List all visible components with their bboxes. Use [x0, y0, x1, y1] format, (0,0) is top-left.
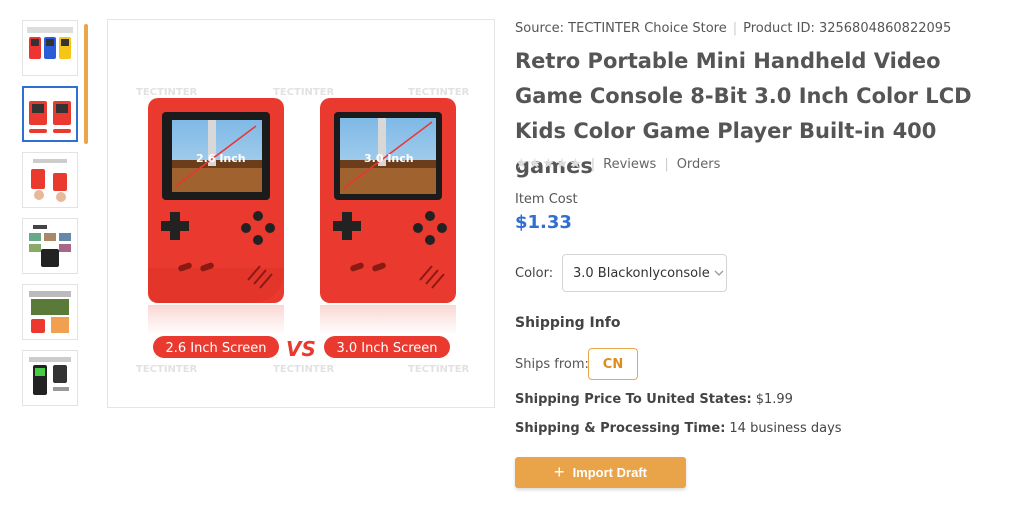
- plus-icon: +: [554, 462, 565, 482]
- watermark-3: TECTINTER: [408, 87, 470, 98]
- shipping-price-label: Shipping Price To United States:: [515, 392, 752, 407]
- thumbnail-scrollbar[interactable]: [84, 24, 88, 144]
- ships-from-label: Ships from:: [515, 357, 589, 372]
- watermark-1: TECTINTER: [136, 87, 198, 98]
- rating-row: ★★★★★ | Reviews | Orders: [515, 156, 721, 172]
- thumbnail-6[interactable]: [22, 350, 78, 406]
- thumbnail-1[interactable]: [22, 20, 78, 76]
- watermark-4: TECTINTER: [136, 364, 198, 375]
- shipping-time-label: Shipping & Processing Time:: [515, 421, 726, 436]
- orders-link[interactable]: Orders: [677, 157, 721, 172]
- shipping-time-value: 14 business days: [729, 421, 842, 436]
- vs-label: VS: [286, 337, 316, 361]
- ships-from-option[interactable]: CN: [588, 348, 638, 380]
- product-id-text: Product ID: 3256804860822095: [743, 21, 952, 36]
- color-select[interactable]: 3.0 Blackonlyconsole: [562, 254, 727, 292]
- thumbnail-4[interactable]: [22, 218, 78, 274]
- item-cost-label: Item Cost: [515, 192, 578, 207]
- rating-stars-icon: ★★★★★: [515, 156, 583, 172]
- shipping-heading: Shipping Info: [515, 315, 621, 331]
- shipping-price-row: Shipping Price To United States: $1.99: [515, 392, 793, 407]
- console-left: 2.6 Inch: [148, 98, 284, 303]
- color-select-value: 3.0 Blackonlyconsole: [573, 265, 710, 281]
- watermark-2: TECTINTER: [273, 87, 335, 98]
- reviews-link[interactable]: Reviews: [603, 157, 656, 172]
- right-screen-label: 3.0 Inch: [364, 152, 414, 165]
- watermark-6: TECTINTER: [408, 364, 470, 375]
- thumbnail-5[interactable]: [22, 284, 78, 340]
- color-label: Color:: [515, 266, 554, 281]
- import-draft-label: Import Draft: [572, 465, 647, 480]
- thumbnail-3[interactable]: [22, 152, 78, 208]
- shipping-price-value: $1.99: [755, 392, 793, 407]
- thumbnail-2[interactable]: [22, 86, 78, 142]
- item-cost-value: $1.33: [515, 212, 572, 233]
- left-badge-text: 2.6 Inch Screen: [165, 341, 266, 356]
- source-text: Source: TECTINTER Choice Store: [515, 21, 727, 36]
- right-badge-text: 3.0 Inch Screen: [336, 341, 437, 356]
- right-screen-badge: 3.0 Inch Screen: [324, 336, 450, 358]
- shipping-time-row: Shipping & Processing Time: 14 business d…: [515, 421, 842, 436]
- watermark-5: TECTINTER: [273, 364, 335, 375]
- left-screen-label: 2.6 Inch: [196, 152, 246, 165]
- main-product-image[interactable]: TECTINTER TECTINTER TECTINTER TECTINTER …: [107, 19, 495, 408]
- console-right: 3.0 Inch: [320, 98, 456, 303]
- product-meta: Source: TECTINTER Choice Store | Product I…: [515, 21, 952, 36]
- import-draft-button[interactable]: + Import Draft: [515, 457, 686, 488]
- thumbnail-list: [22, 20, 80, 416]
- left-screen-badge: 2.6 Inch Screen: [153, 336, 279, 358]
- chevron-down-icon: [714, 267, 724, 280]
